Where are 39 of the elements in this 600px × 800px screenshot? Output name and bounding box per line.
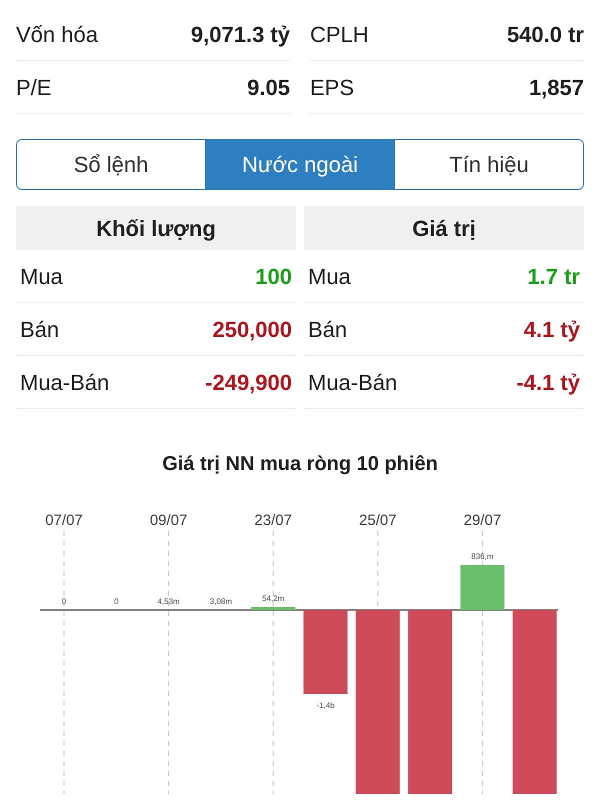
row-label: Mua-Bán (20, 368, 110, 396)
date-label: 07/07 (45, 512, 83, 529)
row-value: -4.1 tỷ (516, 368, 580, 397)
row-value: 250,000 (212, 316, 292, 344)
value-label: 0 (114, 597, 119, 606)
value-label: 4,53m (157, 597, 180, 606)
row-label: Mua (20, 262, 63, 290)
value-label: 3,08m (210, 597, 232, 606)
row-label: Bán (308, 316, 348, 344)
tab[interactable]: Nước ngoài (205, 140, 394, 189)
table-header: Giá trị (304, 206, 584, 250)
stat-label: EPS (310, 74, 354, 102)
stat-value: 9.05 (247, 74, 290, 102)
chart-bar (251, 607, 296, 610)
stat-label: P/E (16, 74, 52, 102)
stat-value: 9,071.3 tỷ (190, 20, 290, 49)
row-value: 1.7 tr (527, 262, 580, 290)
value-label: 836,m (471, 552, 494, 561)
row-value: 4.1 tỷ (524, 316, 580, 344)
tab[interactable]: Tín hiệu (394, 140, 583, 189)
value-label: 0 (62, 597, 66, 606)
row-label: Bán (20, 316, 60, 344)
row-value: 100 (255, 262, 292, 290)
date-label: 09/07 (150, 512, 188, 529)
date-label: 29/07 (464, 512, 502, 529)
table-header: Khối lượng (16, 206, 296, 250)
stat-value: 1,857 (528, 74, 584, 102)
row-label: Mua (308, 262, 351, 290)
date-label: 23/07 (254, 512, 292, 529)
date-label: 25/07 (359, 512, 397, 529)
stat-label: Vốn hóa (16, 20, 98, 48)
chart-title: Giá trị NN mua ròng 10 phiên (161, 452, 439, 477)
value-label: 54,2m (262, 594, 284, 603)
stat-label: CPLH (310, 20, 369, 48)
row-value: -249,900 (205, 368, 292, 396)
chart-bar (460, 565, 504, 610)
row-label: Mua-Bán (308, 368, 398, 396)
stat-value: 540.0 tr (506, 20, 584, 48)
value-label: -1,4b (316, 701, 335, 710)
